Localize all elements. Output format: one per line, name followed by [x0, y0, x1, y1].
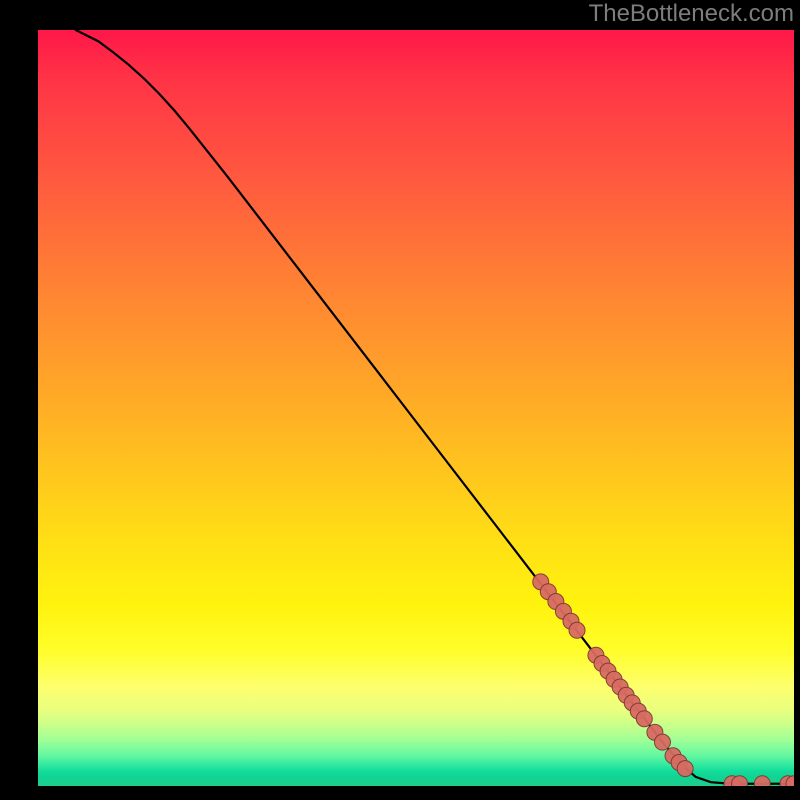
chart-svg	[38, 30, 794, 786]
chart-container: TheBottleneck.com	[0, 0, 800, 800]
data-point	[754, 776, 770, 786]
data-point	[636, 711, 652, 727]
data-point	[654, 734, 670, 750]
plot-area	[38, 30, 794, 786]
data-point	[677, 761, 693, 777]
data-point	[569, 622, 585, 638]
chart-curve	[76, 30, 794, 784]
attribution-label: TheBottleneck.com	[589, 0, 794, 28]
data-points-group	[533, 574, 794, 786]
